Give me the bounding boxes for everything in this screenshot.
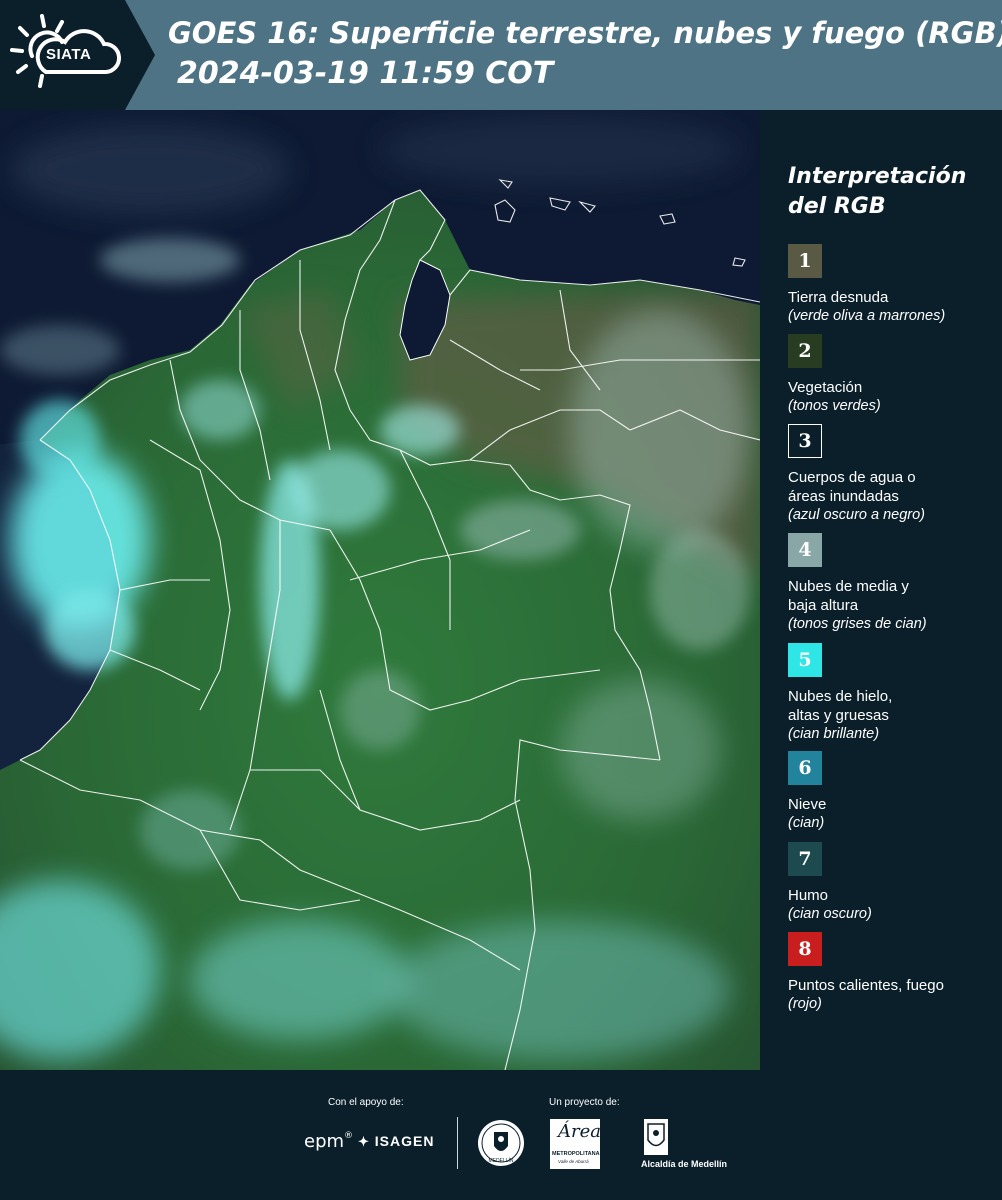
swatch-4: 4 [788, 533, 822, 567]
legend-item-water: 3 Cuerpos de agua o áreas inundadas (azu… [788, 424, 998, 525]
legend-title: Interpretación del RGB [788, 162, 998, 222]
isagen-text: ISAGEN [374, 1133, 435, 1149]
rgb-composite-image [0, 110, 760, 1070]
legend-item-snow: 6 Nieve (cian) [788, 751, 998, 833]
legend-title-line2: del RGB [788, 194, 886, 219]
legend-label: Puntos calientes, fuego [788, 977, 944, 994]
area-subtext: Valle de Aburrá [558, 1159, 589, 1164]
swatch-5: 5 [788, 643, 822, 677]
legend-label: Tierra desnuda [788, 289, 889, 306]
legend-label: Nubes de hielo, altas y gruesas [788, 688, 893, 724]
alcaldia-shield-icon [644, 1119, 668, 1155]
swatch-8: 8 [788, 932, 822, 966]
swatch-3: 3 [788, 424, 822, 458]
project-caption: Un proyecto de: [549, 1097, 620, 1108]
swatch-7: 7 [788, 842, 822, 876]
swatch-1: 1 [788, 244, 822, 278]
logo-text: SIATA [46, 46, 92, 63]
area-text: METROPOLITANA [552, 1151, 600, 1157]
seal-text: MEDELLÍN [488, 1157, 513, 1164]
legend-desc: (cian) [788, 815, 825, 831]
legend-item-mid-low-clouds: 4 Nubes de media y baja altura (tonos gr… [788, 533, 998, 634]
legend-desc: (rojo) [788, 996, 822, 1012]
alcaldia-text: Alcaldía de Medellín [641, 1159, 728, 1169]
legend-label: Humo [788, 887, 829, 904]
legend-item-fire: 8 Puntos calientes, fuego (rojo) [788, 932, 998, 1014]
area-metropolitana-logo: Área METROPOLITANA Valle de Aburrá [550, 1119, 601, 1169]
legend-desc: (cian oscuro) [788, 906, 872, 922]
timestamp: 2024-03-19 11:59 COT [177, 56, 554, 91]
legend-desc: (tonos grises de cian) [788, 616, 927, 632]
legend-item-bare-soil: 1 Tierra desnuda (verde oliva a marrones… [788, 244, 998, 326]
header-bar: SIATA GOES 16: Superficie terrestre, nub… [0, 0, 1002, 110]
legend-label: Nieve [788, 796, 827, 813]
legend-desc: (cian brillante) [788, 726, 880, 742]
epm-logo: epm® [304, 1131, 354, 1152]
medellin-seal-icon: MEDELLÍN [478, 1120, 524, 1166]
support-caption: Con el apoyo de: [328, 1097, 404, 1108]
footer-divider [457, 1117, 458, 1169]
legend-title-line1: Interpretación [788, 164, 967, 189]
isagen-icon: ✦ [358, 1134, 370, 1149]
legend-label: Nubes de media y baja altura [788, 578, 909, 614]
siata-logo: SIATA [0, 0, 155, 110]
legend-item-vegetation: 2 Vegetación (tonos verdes) [788, 334, 998, 416]
page-title: GOES 16: Superficie terrestre, nubes y f… [168, 16, 1002, 50]
legend-desc: (verde oliva a marrones) [788, 308, 946, 324]
satellite-map [0, 110, 760, 1070]
swatch-6: 6 [788, 751, 822, 785]
legend-label: Vegetación [788, 379, 863, 396]
area-logo-text: Área [558, 1121, 601, 1142]
legend-item-ice-clouds: 5 Nubes de hielo, altas y gruesas (cian … [788, 643, 998, 744]
legend-item-smoke: 7 Humo (cian oscuro) [788, 842, 998, 924]
swatch-2: 2 [788, 334, 822, 368]
legend-desc: (azul oscuro a negro) [788, 507, 926, 523]
isagen-logo: ✦ ISAGEN [358, 1133, 434, 1150]
legend-desc: (tonos verdes) [788, 398, 881, 414]
epm-text: epm [304, 1131, 345, 1152]
legend-label: Cuerpos de agua o áreas inundadas [788, 469, 916, 505]
